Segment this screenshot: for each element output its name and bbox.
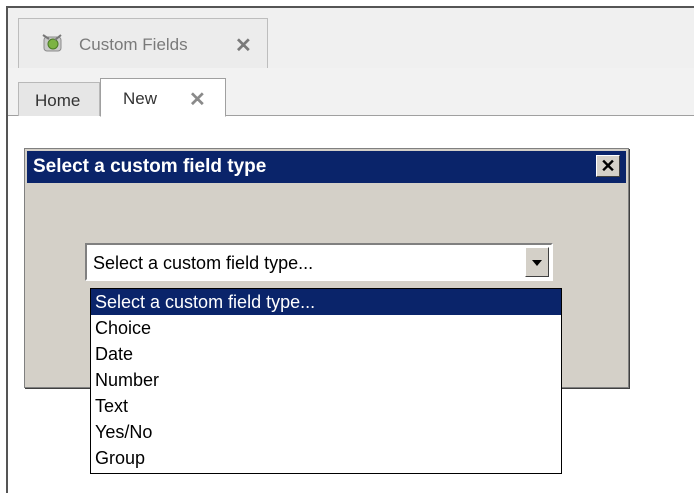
tab-label: Custom Fields <box>79 35 188 54</box>
custom-fields-icon <box>42 34 62 52</box>
document-tabstrip: Custom Fields ✕ <box>8 8 694 68</box>
tab-new[interactable]: New ✕ <box>100 78 226 117</box>
app-window: Custom Fields ✕ Home New ✕ Select a cust… <box>6 6 694 493</box>
dropdown-option[interactable]: Number <box>91 367 561 393</box>
dropdown-option[interactable]: Choice <box>91 315 561 341</box>
tab-home[interactable]: Home <box>18 82 100 116</box>
tab-label: Home <box>35 91 81 110</box>
close-icon: ✕ <box>600 156 616 176</box>
dialog-title-bar: Select a custom field type ✕ <box>27 151 626 183</box>
select-value: Select a custom field type... <box>93 253 314 273</box>
close-icon[interactable]: ✕ <box>189 87 206 112</box>
dialog-close-button[interactable]: ✕ <box>596 155 620 177</box>
chevron-down-icon[interactable] <box>525 247 549 277</box>
dropdown-option[interactable]: Group <box>91 445 561 471</box>
field-type-dropdown-list: Select a custom field type... Choice Dat… <box>90 288 562 474</box>
tab-label: New <box>123 89 158 108</box>
dropdown-option[interactable]: Text <box>91 393 561 419</box>
inner-tabstrip: Home New ✕ <box>8 68 694 117</box>
dropdown-option[interactable]: Date <box>91 341 561 367</box>
dropdown-option[interactable]: Select a custom field type... <box>91 289 561 315</box>
dropdown-option[interactable]: Yes/No <box>91 419 561 445</box>
dialog-title: Select a custom field type <box>33 156 267 177</box>
field-type-select[interactable]: Select a custom field type... <box>85 243 553 281</box>
close-icon[interactable]: ✕ <box>235 33 252 58</box>
tab-custom-fields[interactable]: Custom Fields ✕ <box>18 18 268 68</box>
